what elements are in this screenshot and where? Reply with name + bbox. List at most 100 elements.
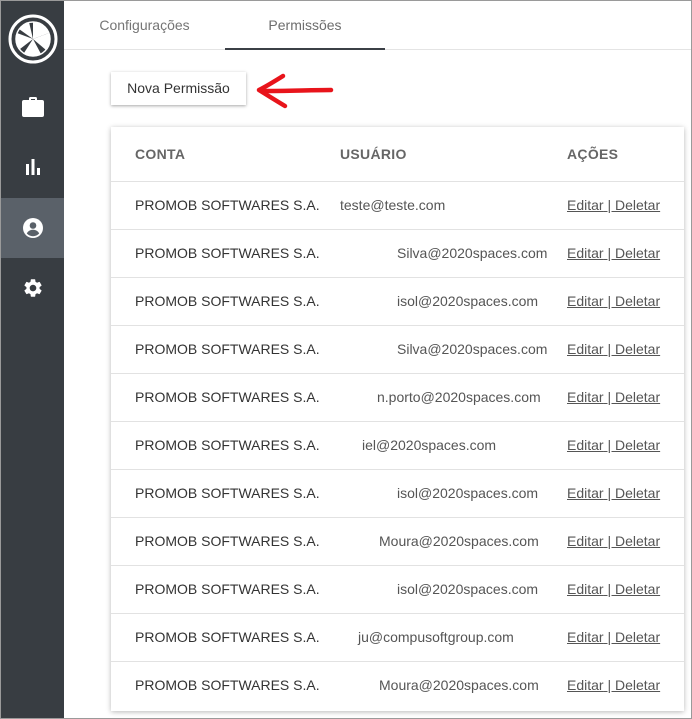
cell-acoes: Editar | Deletar — [567, 662, 660, 709]
delete-link[interactable]: Deletar — [615, 629, 660, 645]
cell-acoes: Editar | Deletar — [567, 326, 660, 373]
cell-conta: PROMOB SOFTWARES S.A. — [135, 437, 320, 453]
action-separator: | — [603, 677, 615, 693]
cell-acoes: Editar | Deletar — [567, 278, 660, 325]
table-row: PROMOB SOFTWARES S.A. Moura@2020spaces.co… — [111, 662, 684, 710]
tab-permissoes[interactable]: Permissões — [225, 1, 385, 50]
table-row: PROMOB SOFTWARES S.A. n.porto@2020spaces.… — [111, 374, 684, 422]
account-circle-icon — [22, 218, 43, 238]
cell-usuario: isol@2020spaces.com — [397, 581, 539, 597]
cell-acoes: Editar | Deletar — [567, 182, 660, 229]
edit-link[interactable]: Editar — [567, 389, 604, 405]
cell-acoes: Editar | Deletar — [567, 374, 660, 421]
cell-usuario: isol@2020spaces.com — [397, 485, 539, 501]
cell-acoes: Editar | Deletar — [567, 566, 660, 613]
action-separator: | — [603, 197, 615, 213]
cell-conta: PROMOB SOFTWARES S.A. — [135, 389, 320, 405]
permissions-table: CONTA USUÁRIO AÇÕES PROMOB SOFTWARES S.A… — [111, 127, 684, 711]
column-header-acoes: AÇÕES — [567, 146, 619, 162]
cell-acoes: Editar | Deletar — [567, 614, 660, 661]
action-separator: | — [603, 389, 615, 405]
app-logo[interactable] — [7, 13, 59, 65]
delete-link[interactable]: Deletar — [615, 677, 660, 693]
cell-acoes: Editar | Deletar — [567, 230, 660, 277]
edit-link[interactable]: Editar — [567, 581, 604, 597]
delete-link[interactable]: Deletar — [615, 341, 660, 357]
cell-usuario: ju@compusoftgroup.com — [358, 629, 514, 645]
cell-usuario: Moura@2020spaces.com — [379, 533, 539, 549]
cell-usuario: iel@2020spaces.com — [362, 437, 497, 453]
cell-usuario: n.porto@2020spaces.com — [377, 389, 541, 405]
edit-link[interactable]: Editar — [567, 197, 604, 213]
app-window: Configurações Permissões Nova Permissão … — [0, 0, 692, 719]
sidebar — [1, 1, 64, 718]
table-row: PROMOB SOFTWARES S.A. isol@2020spaces.com… — [111, 470, 684, 518]
sidebar-item-projects[interactable] — [1, 77, 64, 137]
edit-link[interactable]: Editar — [567, 437, 604, 453]
table-row: PROMOB SOFTWARES S.A. Silva@2020spaces.co… — [111, 326, 684, 374]
cell-conta: PROMOB SOFTWARES S.A. — [135, 629, 320, 645]
delete-link[interactable]: Deletar — [615, 245, 660, 261]
delete-link[interactable]: Deletar — [615, 533, 660, 549]
tab-bar: Configurações Permissões — [64, 1, 691, 50]
table-row: PROMOB SOFTWARES S.A. isol@2020spaces.com… — [111, 566, 684, 614]
active-tab-indicator — [225, 48, 385, 50]
delete-link[interactable]: Deletar — [615, 293, 660, 309]
cell-conta: PROMOB SOFTWARES S.A. — [135, 677, 320, 693]
table-row: PROMOB SOFTWARES S.A. iel@2020spaces.com E… — [111, 422, 684, 470]
delete-link[interactable]: Deletar — [615, 389, 660, 405]
edit-link[interactable]: Editar — [567, 629, 604, 645]
cell-usuario: isol@2020spaces.com — [397, 293, 539, 309]
annotation-arrow-icon — [256, 73, 334, 109]
action-separator: | — [603, 581, 615, 597]
cell-conta: PROMOB SOFTWARES S.A. — [135, 533, 320, 549]
action-separator: | — [603, 245, 615, 261]
edit-link[interactable]: Editar — [567, 485, 604, 501]
new-permission-button[interactable]: Nova Permissão — [111, 72, 246, 105]
action-separator: | — [603, 293, 615, 309]
action-separator: | — [603, 485, 615, 501]
cell-conta: PROMOB SOFTWARES S.A. — [135, 245, 320, 261]
table-row: PROMOB SOFTWARES S.A. Silva@2020spaces.co… — [111, 230, 684, 278]
bar-chart-icon — [25, 159, 40, 175]
action-separator: | — [603, 437, 615, 453]
cell-acoes: Editar | Deletar — [567, 422, 660, 469]
table-row: PROMOB SOFTWARES S.A. teste@teste.com Edit… — [111, 182, 684, 230]
cell-acoes: Editar | Deletar — [567, 470, 660, 517]
cell-conta: PROMOB SOFTWARES S.A. — [135, 293, 320, 309]
cell-usuario: Moura@2020spaces.com — [379, 677, 539, 693]
table-row: PROMOB SOFTWARES S.A. ju@compusoftgroup.c… — [111, 614, 684, 662]
column-header-usuario: USUÁRIO — [340, 146, 407, 162]
action-separator: | — [603, 533, 615, 549]
cell-conta: PROMOB SOFTWARES S.A. — [135, 341, 320, 357]
table-row: PROMOB SOFTWARES S.A. isol@2020spaces.com… — [111, 278, 684, 326]
logo-icon — [8, 14, 58, 64]
gear-icon — [23, 279, 42, 297]
cell-usuario: Silva@2020spaces.com — [397, 341, 548, 357]
table-row: PROMOB SOFTWARES S.A. Moura@2020spaces.co… — [111, 518, 684, 566]
delete-link[interactable]: Deletar — [615, 581, 660, 597]
action-separator: | — [603, 629, 615, 645]
cell-conta: PROMOB SOFTWARES S.A. — [135, 485, 320, 501]
edit-link[interactable]: Editar — [567, 533, 604, 549]
cell-usuario: teste@teste.com — [340, 197, 446, 213]
delete-link[interactable]: Deletar — [615, 437, 660, 453]
delete-link[interactable]: Deletar — [615, 197, 660, 213]
delete-link[interactable]: Deletar — [615, 485, 660, 501]
sidebar-item-reports[interactable] — [1, 137, 64, 197]
edit-link[interactable]: Editar — [567, 341, 604, 357]
cell-conta: PROMOB SOFTWARES S.A. — [135, 581, 320, 597]
sidebar-item-account[interactable] — [1, 198, 64, 258]
briefcase-icon — [21, 97, 44, 117]
edit-link[interactable]: Editar — [567, 293, 604, 309]
edit-link[interactable]: Editar — [567, 245, 604, 261]
table-header: CONTA USUÁRIO AÇÕES — [111, 127, 684, 182]
action-separator: | — [603, 341, 615, 357]
column-header-conta: CONTA — [135, 146, 186, 162]
sidebar-item-settings[interactable] — [1, 258, 64, 318]
cell-acoes: Editar | Deletar — [567, 518, 660, 565]
edit-link[interactable]: Editar — [567, 677, 604, 693]
tab-configuracoes[interactable]: Configurações — [64, 1, 225, 50]
cell-conta: PROMOB SOFTWARES S.A. — [135, 197, 320, 213]
cell-usuario: Silva@2020spaces.com — [397, 245, 548, 261]
